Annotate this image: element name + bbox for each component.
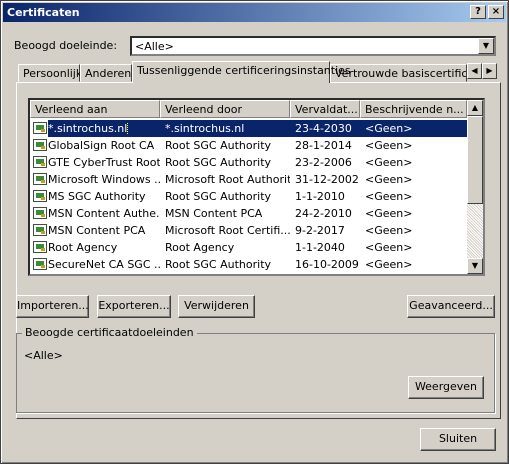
table-row[interactable]: Microsoft Windows ... Microsoft Root Aut… — [30, 171, 467, 188]
cell-expires: 16-10-2009 — [295, 258, 359, 271]
column-expiration[interactable]: Vervaldat... — [290, 100, 360, 118]
intended-purposes-group — [16, 333, 495, 413]
tab-others[interactable]: Anderen — [80, 64, 132, 82]
remove-button[interactable]: Verwijderen — [178, 295, 255, 318]
chevron-down-icon[interactable]: ▼ — [478, 38, 494, 54]
export-button[interactable]: Exporteren... — [97, 295, 171, 318]
cell-friendly-name: <Geen> — [365, 190, 413, 203]
cell-issued-by: Root Agency — [165, 241, 235, 254]
certificate-list[interactable]: Verleend aan Verleend door Vervaldat... … — [28, 98, 485, 276]
certificate-icon — [33, 258, 47, 270]
purpose-label: Beoogd doeleinde: — [14, 39, 118, 52]
help-button[interactable]: ? — [470, 5, 486, 19]
close-button[interactable]: Sluiten — [420, 428, 496, 451]
cell-issued-to: MSN Content Authe... — [48, 207, 160, 220]
cell-issued-by: MSN Content PCA — [165, 207, 263, 220]
table-row[interactable]: GlobalSign Root CA Root SGC Authority 28… — [30, 137, 467, 154]
tab-scroll-left-icon[interactable]: ◀ — [467, 63, 482, 79]
cell-expires: 1-1-2010 — [295, 190, 345, 203]
purpose-value: <Alle> — [135, 40, 174, 53]
certificate-icon — [33, 139, 47, 151]
cell-friendly-name: <Geen> — [365, 173, 413, 186]
cell-friendly-name: <Geen> — [365, 122, 413, 135]
cell-issued-by: *.sintrochus.nl — [165, 122, 245, 135]
advanced-button[interactable]: Geavanceerd... — [407, 295, 495, 318]
close-window-button[interactable]: × — [488, 5, 504, 19]
tab-label: Vertrouwde basiscertificeri — [335, 67, 467, 80]
list-scrollbar[interactable]: ▲ ▼ — [467, 100, 483, 274]
purpose-dropdown[interactable]: <Alle> ▼ — [130, 36, 496, 56]
certificate-icon — [33, 190, 47, 202]
cell-expires: 9-2-2017 — [295, 224, 345, 237]
intended-purposes-value: <Alle> — [24, 349, 63, 362]
scroll-down-icon[interactable]: ▼ — [467, 258, 483, 274]
certificate-icon — [33, 224, 47, 236]
certificate-icon — [33, 173, 47, 185]
cell-issued-to: *.sintrochus.nl — [48, 122, 160, 135]
certificates-dialog: Certificaten ? × Beoogd doeleinde: <Alle… — [0, 0, 509, 464]
tab-intermediate-ca[interactable]: Tussenliggende certificeringsinstanties — [132, 61, 351, 83]
view-button[interactable]: Weergeven — [408, 376, 484, 399]
cell-issued-to: MS SGC Authority — [48, 190, 146, 203]
certificate-icon — [33, 241, 47, 253]
table-row[interactable]: MSN Content Authe... MSN Content PCA 24-… — [30, 205, 467, 222]
column-issued-to[interactable]: Verleend aan — [30, 100, 160, 118]
cell-issued-to: SecureNet CA SGC ... — [48, 258, 160, 271]
cell-issued-to: Root Agency — [48, 241, 118, 254]
cell-friendly-name: <Geen> — [365, 207, 413, 220]
cell-friendly-name: <Geen> — [365, 156, 413, 169]
table-row[interactable]: Root Agency Root Agency 1-1-2040 <Geen> — [30, 239, 467, 256]
cell-expires: 28-1-2014 — [295, 139, 352, 152]
tab-label: Anderen — [85, 67, 132, 80]
cell-expires: 1-1-2040 — [295, 241, 345, 254]
certificate-icon — [33, 207, 47, 219]
cell-issued-by: Microsoft Root Authority — [165, 173, 290, 186]
cell-expires: 31-12-2002 — [295, 173, 359, 186]
tab-label: Persoonlijk — [23, 67, 83, 80]
tab-scroll-right-icon[interactable]: ▶ — [482, 63, 497, 79]
title-bar: Certificaten — [3, 3, 506, 22]
cell-expires: 23-4-2030 — [295, 122, 352, 135]
cell-issued-by: Root SGC Authority — [165, 258, 272, 271]
cell-friendly-name: <Geen> — [365, 224, 413, 237]
cell-issued-by: Root SGC Authority — [165, 139, 272, 152]
tab-label: Tussenliggende certificeringsinstanties — [137, 64, 351, 77]
import-button[interactable]: Importeren... — [16, 295, 89, 318]
cell-friendly-name: <Geen> — [365, 241, 413, 254]
cell-issued-to: GTE CyberTrust Root — [48, 156, 160, 169]
table-row[interactable]: MSN Content PCA Microsoft Root Certifi..… — [30, 222, 467, 239]
certificate-icon — [33, 156, 47, 168]
table-row[interactable]: MS SGC Authority Root SGC Authority 1-1-… — [30, 188, 467, 205]
intended-purposes-title: Beoogde certificaatdoeleinden — [22, 326, 197, 339]
cell-issued-by: Root SGC Authority — [165, 156, 272, 169]
cell-issued-by: Root SGC Authority — [165, 190, 272, 203]
cell-issued-to: Microsoft Windows ... — [48, 173, 160, 186]
cell-issued-to: GlobalSign Root CA — [48, 139, 155, 152]
table-row[interactable]: SecureNet CA SGC ... Root SGC Authority … — [30, 256, 467, 273]
certificate-icon — [33, 122, 47, 134]
column-friendly-name[interactable]: Beschrijvende n... — [360, 100, 467, 118]
scroll-thumb[interactable] — [467, 116, 483, 204]
column-issued-by[interactable]: Verleend door — [160, 100, 290, 118]
scroll-up-icon[interactable]: ▲ — [467, 100, 483, 116]
table-row[interactable]: *.sintrochus.nl *.sintrochus.nl 23-4-203… — [30, 120, 467, 137]
window-title: Certificaten — [7, 6, 80, 19]
cell-issued-to: MSN Content PCA — [48, 224, 146, 237]
cell-expires: 24-2-2010 — [295, 207, 352, 220]
table-row[interactable]: GTE CyberTrust Root Root SGC Authority 2… — [30, 154, 467, 171]
cell-friendly-name: <Geen> — [365, 258, 413, 271]
cell-text: *.sintrochus.nl — [48, 122, 129, 135]
cell-expires: 23-2-2006 — [295, 156, 352, 169]
cell-friendly-name: <Geen> — [365, 139, 413, 152]
tab-personal[interactable]: Persoonlijk — [18, 64, 83, 82]
cell-issued-by: Microsoft Root Certifi... — [165, 224, 290, 237]
